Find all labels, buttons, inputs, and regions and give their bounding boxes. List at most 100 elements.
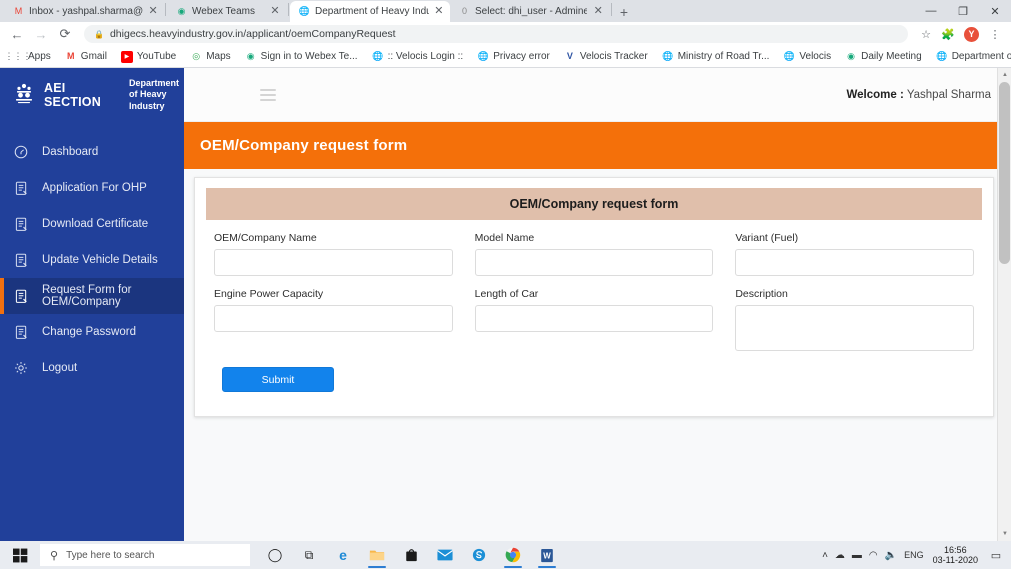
microsoft-store-icon[interactable] <box>394 541 428 569</box>
length-of-car-input[interactable] <box>474 305 714 332</box>
bookmark-label: YouTube <box>136 51 177 62</box>
browser-tab[interactable]: M Inbox - yashpal.sharma@veloci ✕ <box>4 1 164 22</box>
bookmark-label: Gmail <box>80 51 107 62</box>
sidebar-item-download-certificate[interactable]: Download Certificate <box>0 206 184 242</box>
globe-icon: 🌐 <box>298 6 311 16</box>
profile-avatar[interactable]: Y <box>964 26 979 42</box>
submit-row: Submit <box>214 367 974 392</box>
extensions-icon[interactable]: 🧩 <box>938 24 958 44</box>
youtube-icon: ▶ <box>120 50 133 63</box>
search-icon: ⚲ <box>50 549 59 562</box>
battery-icon[interactable]: ▬ <box>852 550 862 561</box>
taskbar-clock[interactable]: 16:56 03-11-2020 <box>931 545 980 566</box>
chrome-icon[interactable] <box>496 541 530 569</box>
model-name-input[interactable] <box>474 249 714 276</box>
wifi-icon[interactable]: ◠ <box>869 550 878 561</box>
close-window-button[interactable]: ✕ <box>979 0 1011 22</box>
brand-header: AEI SECTION Department of Heavy Industry <box>0 68 184 122</box>
page-banner: OEM/Company request form <box>184 122 1011 169</box>
sidebar-item-logout[interactable]: Logout <box>0 350 184 386</box>
tab-close-icon[interactable]: ✕ <box>269 6 281 17</box>
windows-taskbar: ⚲ Type here to search ◯ ⧉ e W ˄ ☁ ▬ ◠ 🔈 … <box>0 541 1011 569</box>
volume-icon[interactable]: 🔈 <box>885 550 897 561</box>
oem-company-name-input[interactable] <box>214 249 453 276</box>
sidebar-item-change-password[interactable]: Change Password <box>0 314 184 350</box>
bookmark-velocis-login[interactable]: 🌐 :: Velocis Login :: <box>366 48 470 66</box>
new-tab-button[interactable]: + <box>613 1 635 22</box>
bookmark-webex-signin[interactable]: ◉ Sign in to Webex Te... <box>239 48 364 66</box>
page-scrollbar[interactable]: ▲ ▼ <box>997 68 1011 541</box>
webex-icon: ◉ <box>246 51 255 61</box>
reload-button[interactable]: ⟳ <box>54 23 76 45</box>
browser-tab[interactable]: 0 Select: dhi_user - Adminer ✕ <box>450 1 610 22</box>
bookmark-maps[interactable]: ◎ Maps <box>184 48 236 66</box>
chrome-menu-icon[interactable]: ⋮ <box>985 24 1005 44</box>
browser-tab-active[interactable]: 🌐 Department of Heavy Industry ✕ <box>290 1 450 22</box>
engine-power-capacity-input[interactable] <box>214 305 453 332</box>
gear-icon <box>12 361 30 375</box>
browser-window: M Inbox - yashpal.sharma@veloci ✕ ◉ Webe… <box>0 0 1011 541</box>
forward-button[interactable]: → <box>30 23 52 45</box>
field-label: OEM/Company Name <box>214 232 317 244</box>
tab-close-icon[interactable]: ✕ <box>592 6 604 17</box>
field-label: Variant (Fuel) <box>735 232 799 244</box>
variant-fuel-input[interactable] <box>735 249 975 276</box>
address-bar[interactable]: 🔒 dhigecs.heavyindustry.gov.in/applicant… <box>84 25 908 43</box>
page-viewport: AEI SECTION Department of Heavy Industry… <box>0 68 1011 541</box>
skype-icon[interactable] <box>462 541 496 569</box>
india-emblem-icon <box>12 80 36 110</box>
tab-close-icon[interactable]: ✕ <box>434 6 444 17</box>
scroll-up-arrow-icon[interactable]: ▲ <box>998 68 1011 82</box>
clock-date: 03-11-2020 <box>932 555 978 565</box>
edge-icon[interactable]: e <box>326 541 360 569</box>
sidebar-item-dashboard[interactable]: Dashboard <box>0 134 184 170</box>
sidebar-item-application-for-ohp[interactable]: Application For OHP <box>0 170 184 206</box>
field-label: Length of Car <box>474 288 539 300</box>
gmail-icon: M <box>67 51 75 61</box>
bookmark-velocis[interactable]: 🌐 Velocis <box>777 48 837 66</box>
browser-tab[interactable]: ◉ Webex Teams ✕ <box>167 1 287 22</box>
language-indicator[interactable]: ENG <box>904 550 924 560</box>
bookmark-velocis-tracker[interactable]: V Velocis Tracker <box>558 48 654 66</box>
file-explorer-icon[interactable] <box>360 541 394 569</box>
submit-button[interactable]: Submit <box>222 367 334 392</box>
taskbar-search-box[interactable]: ⚲ Type here to search <box>40 544 250 566</box>
globe-icon: 🌐 <box>477 51 489 61</box>
globe-icon: 🌐 <box>783 51 796 61</box>
bookmark-youtube[interactable]: ▶ YouTube <box>115 48 182 66</box>
bookmark-dept-heavy-industry[interactable]: 🌐 Department of Hea... <box>930 48 1011 66</box>
bookmark-gmail[interactable]: M Gmail <box>59 48 113 66</box>
maximize-button[interactable]: ❐ <box>947 0 979 22</box>
show-hidden-icons-chevron-icon[interactable]: ˄ <box>822 550 828 561</box>
windows-start-icon[interactable] <box>0 541 40 569</box>
bookmark-label: Ministry of Road Tr... <box>677 51 770 62</box>
hamburger-icon[interactable] <box>260 88 276 101</box>
back-button[interactable]: ← <box>6 23 28 45</box>
description-textarea[interactable] <box>735 305 975 351</box>
document-icon <box>12 181 30 196</box>
field-variant-fuel: Variant (Fuel) <box>735 232 975 276</box>
scrollbar-thumb[interactable] <box>999 82 1010 264</box>
mail-icon[interactable] <box>428 541 462 569</box>
sidebar-item-request-form-for-oem-company[interactable]: Request Form for OEM/Company <box>0 278 184 314</box>
notification-center-icon[interactable]: ▭ <box>987 549 1005 562</box>
cortana-icon[interactable]: ◯ <box>258 541 292 569</box>
tab-title: Department of Heavy Industry <box>315 6 429 17</box>
field-length-of-car: Length of Car <box>474 288 714 351</box>
field-label: Description <box>735 288 788 300</box>
onedrive-icon[interactable]: ☁ <box>835 550 845 561</box>
bookmark-apps[interactable]: ⋮⋮⋮ Apps <box>5 48 57 66</box>
form-row: Engine Power Capacity Length of Car Desc… <box>214 288 975 351</box>
scroll-down-arrow-icon[interactable]: ▼ <box>998 527 1011 541</box>
field-label: Model Name <box>474 232 535 244</box>
bookmark-morth[interactable]: 🌐 Ministry of Road Tr... <box>656 48 776 66</box>
tab-close-icon[interactable]: ✕ <box>148 6 158 17</box>
minimize-button[interactable]: — <box>915 0 947 22</box>
sidebar-item-update-vehicle-details[interactable]: Update Vehicle Details <box>0 242 184 278</box>
word-icon[interactable]: W <box>530 541 564 569</box>
taskbar-apps: ◯ ⧉ e W <box>258 541 564 569</box>
bookmark-daily-meeting[interactable]: ◉ Daily Meeting <box>839 48 928 66</box>
bookmark-privacy-error[interactable]: 🌐 Privacy error <box>471 48 556 66</box>
task-view-icon[interactable]: ⧉ <box>292 541 326 569</box>
bookmark-star-icon[interactable]: ☆ <box>916 24 936 44</box>
